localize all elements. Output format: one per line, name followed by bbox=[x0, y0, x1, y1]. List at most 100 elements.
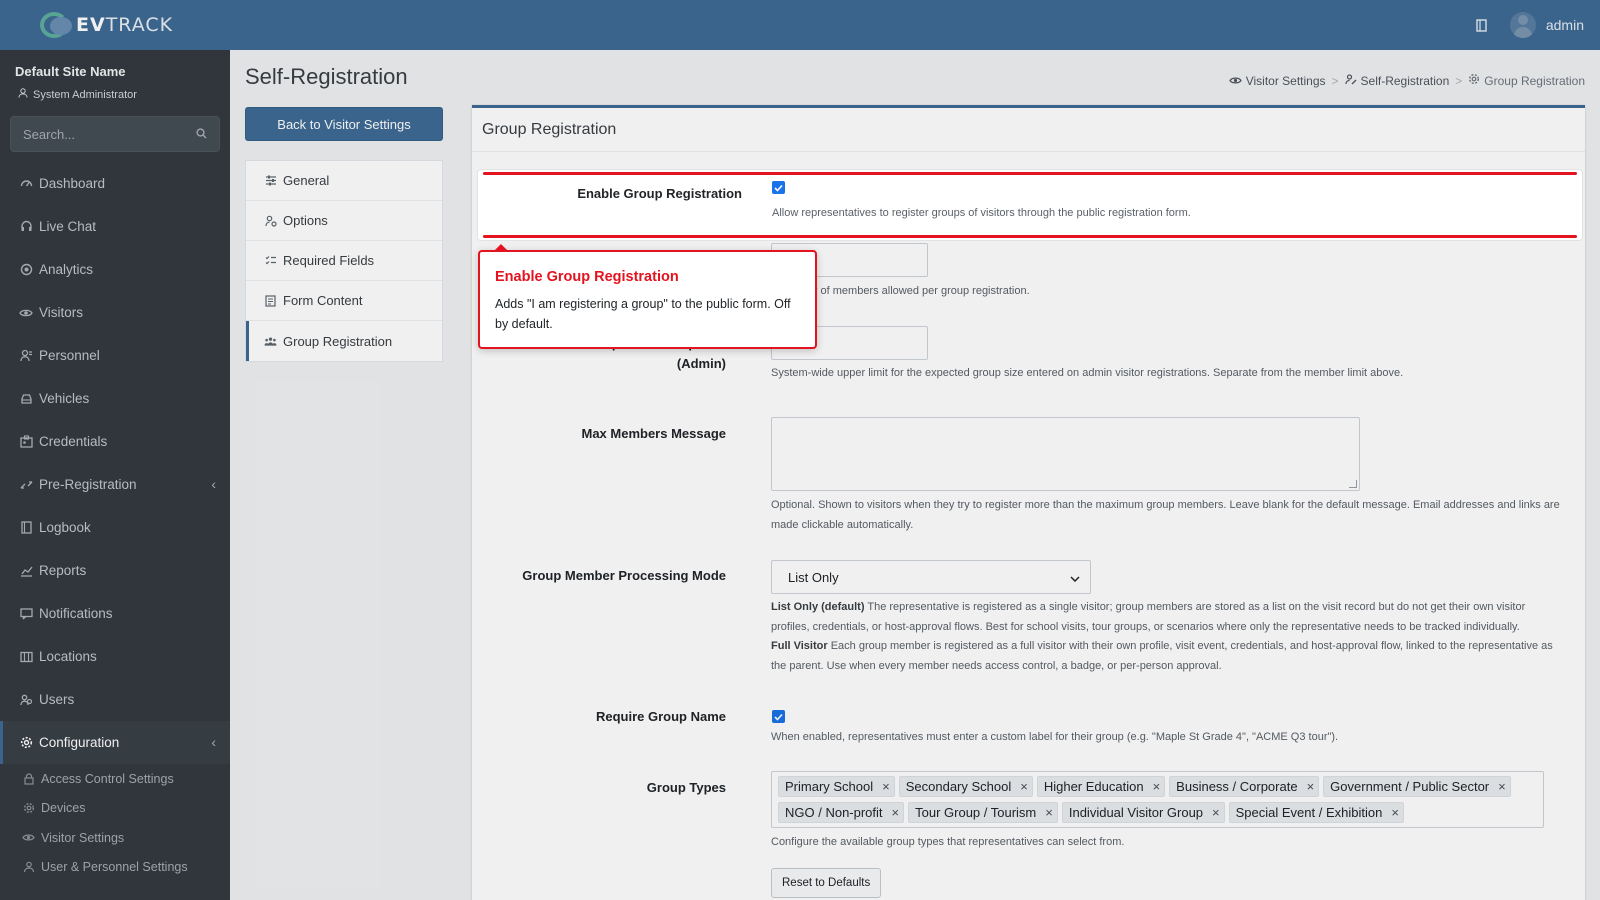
sidebar-nav: Dashboard Live Chat Analytics Visitors P… bbox=[0, 162, 230, 882]
resize-handle[interactable] bbox=[1349, 480, 1357, 488]
max-members-message-textarea[interactable] bbox=[771, 417, 1360, 491]
group-type-tag: Business / Corporate × bbox=[1169, 776, 1320, 797]
sidebar-item-visitors[interactable]: Visitors bbox=[0, 291, 230, 334]
search-icon[interactable] bbox=[196, 127, 207, 142]
enable-group-registration-checkbox[interactable] bbox=[772, 181, 785, 194]
group-type-tag: Special Event / Exhibition × bbox=[1228, 802, 1404, 823]
group-type-tag: Tour Group / Tourism × bbox=[908, 802, 1058, 823]
page-title: Self-Registration bbox=[245, 64, 408, 89]
max-members-message-help: Optional. Shown to visitors when they tr… bbox=[771, 499, 1560, 531]
sidebar-item-configuration[interactable]: Configuration ‹ bbox=[0, 721, 230, 764]
sidebar-item-pre-registration[interactable]: Pre-Registration ‹ bbox=[0, 463, 230, 506]
sidebar-item-reports[interactable]: Reports bbox=[0, 549, 230, 592]
form-icon bbox=[264, 294, 277, 307]
breadcrumb-separator: > bbox=[1331, 73, 1339, 88]
remove-tag-icon[interactable]: × bbox=[882, 779, 890, 794]
sidebar-subitem-access-control[interactable]: Access Control Settings bbox=[0, 764, 230, 794]
chart-icon bbox=[19, 564, 33, 578]
sidebar-item-dashboard[interactable]: Dashboard bbox=[0, 162, 230, 205]
eye-icon bbox=[1228, 74, 1242, 88]
user-edit-icon bbox=[1344, 73, 1357, 88]
breadcrumb-visitor-settings[interactable]: Visitor Settings bbox=[1228, 74, 1326, 88]
sidebar-subitem-devices[interactable]: Devices bbox=[0, 794, 230, 824]
book-icon bbox=[19, 521, 33, 535]
user-name: admin bbox=[1545, 17, 1584, 33]
user-role: System Administrator bbox=[18, 88, 137, 101]
user-menu[interactable]: admin bbox=[1509, 12, 1584, 38]
breadcrumb-group-registration: Group Registration bbox=[1468, 73, 1585, 88]
max-expected-size-help: System-wide upper limit for the expected… bbox=[771, 367, 1404, 379]
user-icon bbox=[18, 88, 28, 101]
breadcrumb-self-registration[interactable]: Self-Registration bbox=[1344, 73, 1449, 88]
require-group-name-checkbox[interactable] bbox=[772, 710, 785, 723]
require-group-name-help: When enabled, representatives must enter… bbox=[771, 731, 1339, 743]
sidebar-subitem-user-personnel-settings[interactable]: User & Personnel Settings bbox=[0, 853, 230, 883]
processing-mode-label: Group Member Processing Mode bbox=[522, 568, 726, 583]
processing-mode-select[interactable]: List Only bbox=[771, 560, 1091, 594]
user-icon bbox=[22, 861, 35, 874]
menu-item-general[interactable]: General bbox=[246, 161, 442, 201]
card-title: Group Registration bbox=[472, 108, 1585, 152]
checklist-icon bbox=[264, 254, 277, 267]
remove-tag-icon[interactable]: × bbox=[1307, 779, 1315, 794]
sidebar-item-locations[interactable]: Locations bbox=[0, 635, 230, 678]
group-type-tag: NGO / Non-profit × bbox=[778, 802, 905, 823]
exchange-icon bbox=[19, 478, 33, 492]
chevron-left-icon: ‹ bbox=[211, 734, 216, 750]
group-type-tag: Higher Education × bbox=[1036, 776, 1166, 797]
group-type-tag: Secondary School × bbox=[898, 776, 1033, 797]
book-icon[interactable] bbox=[1476, 18, 1488, 32]
menu-item-form-content[interactable]: Form Content bbox=[246, 281, 442, 321]
sidebar-item-users[interactable]: Users bbox=[0, 678, 230, 721]
gear-icon bbox=[19, 736, 33, 750]
sidebar-item-vehicles[interactable]: Vehicles bbox=[0, 377, 230, 420]
avatar bbox=[1509, 12, 1536, 38]
group-types-help: Configure the available group types that… bbox=[771, 836, 1125, 848]
sidebar-search-input[interactable]: Search... bbox=[10, 116, 220, 152]
sidebar-item-personnel[interactable]: Personnel bbox=[0, 334, 230, 377]
sidebar-item-logbook[interactable]: Logbook bbox=[0, 506, 230, 549]
tooltip-body: Adds "I am registering a group" to the p… bbox=[495, 297, 791, 331]
breadcrumb: Visitor Settings > Self-Registration > G… bbox=[1228, 73, 1585, 88]
sliders-icon bbox=[264, 174, 277, 187]
gear-icon bbox=[22, 802, 35, 815]
sidebar-item-notifications[interactable]: Notifications bbox=[0, 592, 230, 635]
tooltip-title: Enable Group Registration bbox=[495, 269, 679, 285]
user-cog-icon bbox=[264, 214, 277, 227]
menu-item-group-registration[interactable]: Group Registration bbox=[246, 321, 442, 361]
remove-tag-icon[interactable]: × bbox=[1212, 805, 1220, 820]
remove-tag-icon[interactable]: × bbox=[892, 805, 900, 820]
processing-mode-help: List Only (default) The representative i… bbox=[771, 601, 1553, 672]
brand-text: EVTRACK bbox=[76, 14, 174, 36]
group-type-tag: Primary School × bbox=[778, 776, 895, 797]
require-group-name-label: Require Group Name bbox=[595, 709, 726, 724]
brand-logo[interactable]: EVTRACK bbox=[0, 0, 230, 50]
sidebar-subitem-visitor-settings[interactable]: Visitor Settings bbox=[0, 823, 230, 853]
group-types-label: Group Types bbox=[646, 780, 726, 795]
eye-icon bbox=[19, 306, 33, 320]
remove-tag-icon[interactable]: × bbox=[1153, 779, 1161, 794]
car-icon bbox=[19, 392, 33, 406]
sidebar-item-analytics[interactable]: Analytics bbox=[0, 248, 230, 291]
tour-tooltip: Enable Group Registration Adds "I am reg… bbox=[478, 244, 817, 349]
breadcrumb-separator: > bbox=[1455, 73, 1463, 88]
menu-item-options[interactable]: Options bbox=[246, 201, 442, 241]
remove-tag-icon[interactable]: × bbox=[1020, 779, 1028, 794]
reset-to-defaults-button[interactable]: Reset to Defaults bbox=[771, 868, 882, 898]
sidebar-item-credentials[interactable]: Credentials bbox=[0, 420, 230, 463]
remove-tag-icon[interactable]: × bbox=[1498, 779, 1506, 794]
sidebar-item-live-chat[interactable]: Live Chat bbox=[0, 205, 230, 248]
group-type-tag: Individual Visitor Group × bbox=[1061, 802, 1225, 823]
group-types-tag-input[interactable]: Primary School × Secondary School × Higher… bbox=[771, 771, 1544, 828]
remove-tag-icon[interactable]: × bbox=[1391, 805, 1399, 820]
map-icon bbox=[19, 650, 33, 664]
tooltip-arrow bbox=[494, 244, 508, 251]
back-to-visitor-settings-button[interactable]: Back to Visitor Settings bbox=[245, 107, 443, 141]
remove-tag-icon[interactable]: × bbox=[1045, 805, 1053, 820]
max-members-message-label: Max Members Message bbox=[581, 426, 726, 441]
personnel-icon bbox=[19, 349, 33, 363]
group-type-tag: Government / Public Sector × bbox=[1323, 776, 1511, 797]
enable-group-registration-help: Allow representatives to register groups… bbox=[772, 207, 1191, 219]
menu-item-required-fields[interactable]: Required Fields bbox=[246, 241, 442, 281]
eye-icon bbox=[22, 831, 35, 844]
